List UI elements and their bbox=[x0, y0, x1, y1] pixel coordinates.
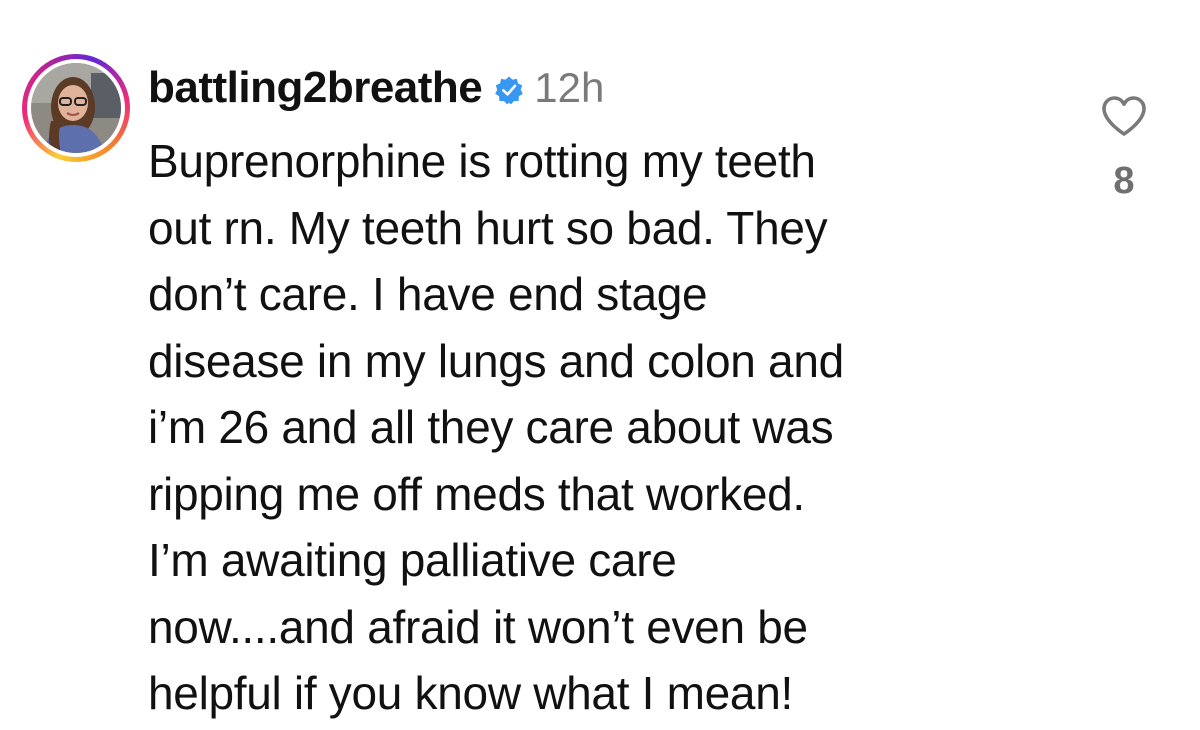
like-count: 8 bbox=[1113, 160, 1135, 202]
verified-badge-icon bbox=[495, 76, 524, 105]
comment-text-line: now....and afraid it won’t even be bbox=[148, 600, 808, 653]
comment-text-line: out rn. My teeth hurt so bad. They bbox=[148, 201, 828, 254]
comment-text-line: helpful if you know what I mean! bbox=[148, 667, 793, 719]
comment: battling2breathe 12h Buprenorphine is ro… bbox=[0, 0, 1200, 730]
heart-outline-icon[interactable] bbox=[1100, 94, 1148, 138]
avatar-gap bbox=[27, 59, 125, 157]
comment-text-line: ripping me off meds that worked. bbox=[148, 467, 805, 520]
comment-text: Buprenorphine is rotting my teeth out rn… bbox=[148, 128, 1048, 727]
like-block: 8 bbox=[1092, 94, 1156, 203]
timestamp: 12h bbox=[534, 64, 605, 111]
story-ring[interactable] bbox=[22, 54, 130, 162]
comment-text-line: i’m 26 and all they care about was bbox=[148, 401, 834, 453]
comment-header: battling2breathe 12h bbox=[148, 58, 604, 118]
username[interactable]: battling2breathe bbox=[148, 63, 483, 113]
comment-text-line: disease in my lungs and colon and bbox=[148, 334, 844, 387]
comment-text-line: I’m awaiting palliative care bbox=[148, 534, 677, 586]
comment-text-line: don’t care. I have end stage bbox=[148, 268, 708, 320]
comment-text-line: Buprenorphine is rotting my teeth bbox=[148, 135, 816, 187]
avatar[interactable] bbox=[31, 63, 121, 153]
